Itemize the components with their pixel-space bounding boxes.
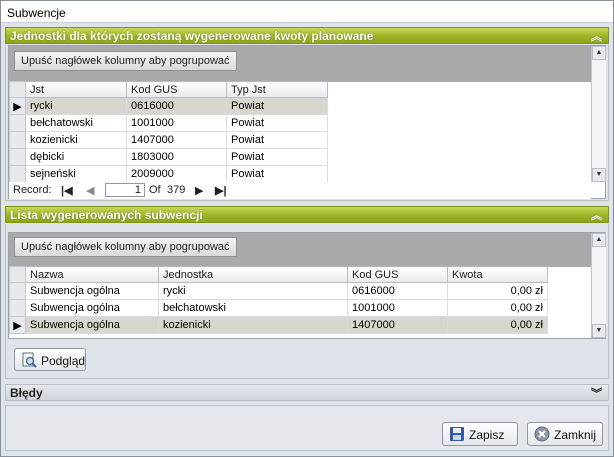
row-indicator	[9, 165, 26, 183]
bottom-panel-body: Upuść nagłówek kolumny aby pogrupować Na…	[5, 224, 609, 379]
cell[interactable]: Powiat	[226, 131, 328, 149]
table-row[interactable]: dębicki 1803000 Powiat	[9, 148, 328, 166]
bottom-vertical-scrollbar[interactable]: ▲ ▼	[591, 233, 606, 338]
scroll-up-icon[interactable]: ▲	[592, 233, 606, 247]
first-record-icon[interactable]: |◀	[61, 184, 73, 197]
row-indicator-header	[9, 266, 26, 283]
record-label: Record:	[13, 184, 52, 196]
cell[interactable]: 2009000	[126, 165, 227, 183]
row-pointer-icon: ▶	[9, 97, 26, 115]
save-button[interactable]: Zapisz	[442, 422, 518, 446]
close-icon	[534, 426, 550, 442]
expand-down-icon[interactable]: ︾	[591, 385, 602, 401]
bottom-group-area[interactable]: Upuść nagłówek kolumny aby pogrupować	[9, 233, 605, 267]
row-pointer-icon: ▶	[9, 316, 26, 334]
preview-icon	[22, 352, 37, 368]
row-indicator	[9, 299, 26, 317]
bottom-panel-title: Lista wygenerowanych subwencji	[10, 208, 203, 222]
total-records: 379	[167, 184, 186, 196]
record-navigator: Record: |◀ ◀ 1 Of 379 ▶ ▶|	[9, 182, 591, 199]
bottom-grid: Upuść nagłówek kolumny aby pogrupować Na…	[8, 232, 606, 339]
top-panel-title: Jednostki dla których zostaną wygenerowa…	[10, 29, 374, 43]
row-indicator	[9, 282, 26, 300]
row-indicator	[9, 131, 26, 149]
current-record-input[interactable]: 1	[105, 183, 145, 197]
column-header-nazwa[interactable]: Nazwa	[25, 266, 159, 283]
column-header-kod-gus[interactable]: Kod GUS	[126, 81, 227, 98]
cell[interactable]: 0,00 zł	[447, 282, 548, 300]
close-button[interactable]: Zamknij	[527, 422, 603, 446]
column-header-typ-jst[interactable]: Typ Jst	[226, 81, 328, 98]
cell[interactable]: 1407000	[347, 316, 448, 334]
top-group-hint: Upuść nagłówek kolumny aby pogrupować	[14, 51, 237, 71]
last-record-icon[interactable]: ▶|	[215, 184, 227, 197]
top-vertical-scrollbar[interactable]: ▲ ▼	[591, 46, 606, 182]
top-panel-header[interactable]: Jednostki dla których zostaną wygenerowa…	[5, 27, 609, 44]
cell[interactable]: bełchatowski	[25, 114, 127, 132]
errors-panel-title: Błędy	[10, 386, 43, 400]
cell[interactable]: 0616000	[126, 97, 227, 115]
footer: Zapisz Zamknij	[5, 405, 609, 451]
cell[interactable]: 1001000	[126, 114, 227, 132]
cell[interactable]: Subwencja ogólna	[25, 299, 159, 317]
cell[interactable]: sejneński	[25, 165, 127, 183]
row-indicator	[9, 148, 26, 166]
cell[interactable]: kozienicki	[25, 131, 127, 149]
column-header-kwota[interactable]: Kwota	[447, 266, 548, 283]
cell[interactable]: 1803000	[126, 148, 227, 166]
row-indicator-header	[9, 81, 26, 98]
collapse-up-icon[interactable]: ︽	[591, 207, 602, 223]
cell[interactable]: Subwencja ogólna	[25, 282, 159, 300]
bottom-panel-header[interactable]: Lista wygenerowanych subwencji ︽	[5, 206, 609, 223]
top-grid: Upuść nagłówek kolumny aby pogrupować Js…	[8, 45, 606, 199]
top-group-area[interactable]: Upuść nagłówek kolumny aby pogrupować	[9, 46, 605, 82]
of-label: Of	[149, 184, 161, 196]
save-icon	[450, 427, 464, 441]
table-row[interactable]: sejneński 2009000 Powiat	[9, 165, 328, 183]
save-button-label: Zapisz	[469, 428, 505, 442]
row-indicator	[9, 114, 26, 132]
table-row[interactable]: Subwencja ogólna bełchatowski 1001000 0,…	[9, 299, 548, 317]
table-row[interactable]: kozienicki 1407000 Powiat	[9, 131, 328, 149]
column-header-jednostka[interactable]: Jednostka	[158, 266, 348, 283]
cell[interactable]: Powiat	[226, 114, 328, 132]
table-row[interactable]: ▶ rycki 0616000 Powiat	[9, 97, 328, 115]
cell[interactable]: Subwencja ogólna	[25, 316, 159, 334]
collapse-up-icon[interactable]: ︽	[591, 28, 602, 44]
window-title: Subwencje	[1, 1, 613, 23]
top-panel-body: Upuść nagłówek kolumny aby pogrupować Js…	[5, 45, 609, 201]
cell[interactable]: rycki	[158, 282, 348, 300]
next-record-icon[interactable]: ▶	[195, 184, 203, 197]
cell[interactable]: dębicki	[25, 148, 127, 166]
table-row[interactable]: Subwencja ogólna rycki 0616000 0,00 zł	[9, 282, 548, 300]
scroll-down-icon[interactable]: ▼	[592, 324, 606, 338]
cell[interactable]: 0616000	[347, 282, 448, 300]
cell[interactable]: Powiat	[226, 148, 328, 166]
table-row[interactable]: ▶ Subwencja ogólna kozienicki 1407000 0,…	[9, 316, 548, 334]
cell[interactable]: 1407000	[126, 131, 227, 149]
bottom-table: Nazwa Jednostka Kod GUS Kwota Subwencja …	[9, 266, 548, 334]
cell[interactable]: rycki	[25, 97, 127, 115]
scroll-up-icon[interactable]: ▲	[592, 46, 606, 60]
top-table: Jst Kod GUS Typ Jst ▶ rycki 0616000 Powi…	[9, 81, 328, 183]
cell[interactable]: kozienicki	[158, 316, 348, 334]
table-row[interactable]: bełchatowski 1001000 Powiat	[9, 114, 328, 132]
cell[interactable]: bełchatowski	[158, 299, 348, 317]
scroll-down-icon[interactable]: ▼	[592, 168, 606, 182]
cell[interactable]: 0,00 zł	[447, 316, 548, 334]
errors-panel-header[interactable]: Błędy ︾	[5, 384, 609, 401]
cell[interactable]: Powiat	[226, 165, 328, 183]
subwencje-window: Subwencje Jednostki dla których zostaną …	[0, 0, 614, 457]
preview-button[interactable]: Podgląd	[14, 348, 86, 371]
prev-record-icon[interactable]: ◀	[86, 184, 94, 197]
column-header-kod-gus[interactable]: Kod GUS	[347, 266, 448, 283]
bottom-group-hint: Upuść nagłówek kolumny aby pogrupować	[14, 237, 237, 257]
cell[interactable]: 1001000	[347, 299, 448, 317]
close-button-label: Zamknij	[554, 428, 597, 442]
preview-button-label: Podgląd	[41, 354, 86, 368]
cell[interactable]: Powiat	[226, 97, 328, 115]
cell[interactable]: 0,00 zł	[447, 299, 548, 317]
column-header-jst[interactable]: Jst	[25, 81, 127, 98]
